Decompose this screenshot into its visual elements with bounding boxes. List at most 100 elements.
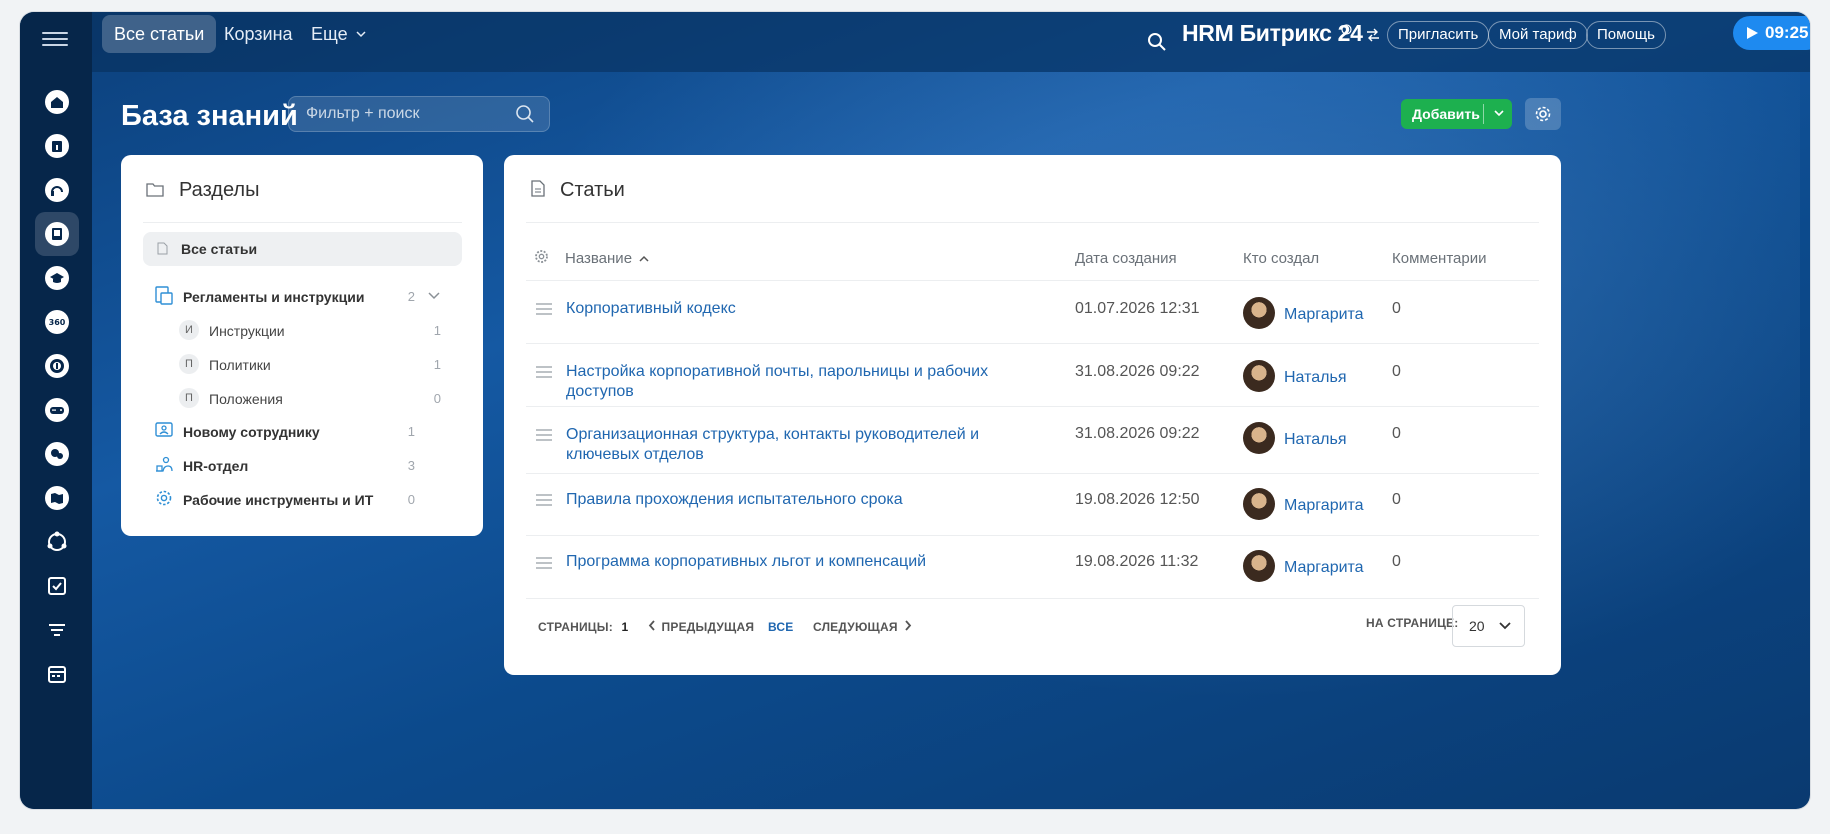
per-page-value: 20 bbox=[1469, 618, 1485, 634]
settings-button[interactable] bbox=[1525, 98, 1561, 130]
invite-icon[interactable] bbox=[1365, 28, 1381, 42]
help-button[interactable]: Помощь bbox=[1586, 21, 1666, 49]
sidebar-item-label: Политики bbox=[209, 357, 271, 373]
search-icon[interactable] bbox=[1147, 32, 1167, 52]
drag-handle-icon[interactable] bbox=[536, 557, 552, 569]
avatar[interactable] bbox=[1243, 422, 1275, 454]
sidebar-item-instructions[interactable]: И Инструкции 1 bbox=[179, 316, 459, 346]
article-title-link[interactable]: Программа корпоративных льгот и компенса… bbox=[566, 552, 1046, 572]
work-timer-button[interactable]: 09:25 bbox=[1733, 16, 1810, 50]
chevron-right-icon bbox=[905, 620, 912, 631]
column-header-comments[interactable]: Комментарии bbox=[1392, 250, 1486, 267]
sidebar-item-regulations-docs[interactable]: П Положения 0 bbox=[179, 384, 459, 414]
search-icon[interactable] bbox=[515, 104, 535, 124]
avatar[interactable] bbox=[1243, 360, 1275, 392]
gear-icon bbox=[156, 490, 172, 506]
per-page-select[interactable]: 20 bbox=[1452, 605, 1525, 647]
avatar[interactable] bbox=[1243, 297, 1275, 329]
sidebar-item-all-articles[interactable]: Все статьи bbox=[143, 232, 462, 266]
support-icon[interactable] bbox=[35, 168, 79, 212]
avatar[interactable] bbox=[1243, 550, 1275, 582]
drag-handle-icon[interactable] bbox=[536, 429, 552, 441]
drag-handle-icon[interactable] bbox=[536, 494, 552, 506]
sidebar-item-hr[interactable]: HR-отдел 3 bbox=[143, 451, 453, 481]
invite-button[interactable]: Пригласить bbox=[1387, 21, 1490, 49]
info-icon[interactable] bbox=[35, 124, 79, 168]
chevron-down-icon[interactable] bbox=[1493, 107, 1505, 119]
created-date: 31.08.2026 09:22 bbox=[1075, 425, 1200, 442]
drag-handle-icon[interactable] bbox=[536, 366, 552, 378]
sidebar-item-label: Новому сотруднику bbox=[183, 424, 320, 440]
count-badge: 1 bbox=[433, 357, 441, 372]
svg-text:360: 360 bbox=[49, 318, 66, 327]
feedback-icon[interactable] bbox=[35, 432, 79, 476]
document-icon bbox=[531, 180, 545, 197]
gamepad-icon[interactable] bbox=[35, 388, 79, 432]
education-icon[interactable] bbox=[35, 256, 79, 300]
filter-icon[interactable] bbox=[35, 608, 79, 652]
tab-trash[interactable]: Корзина bbox=[212, 15, 305, 53]
target-icon[interactable] bbox=[35, 344, 79, 388]
gear-icon bbox=[1535, 106, 1551, 122]
map-icon[interactable] bbox=[35, 476, 79, 520]
tab-more[interactable]: Еще bbox=[299, 15, 378, 53]
articles-title: Статьи bbox=[560, 179, 625, 201]
article-title-link[interactable]: Корпоративный кодекс bbox=[566, 299, 1046, 319]
left-rail: 360 bbox=[20, 12, 92, 809]
360-icon[interactable]: 360 bbox=[35, 300, 79, 344]
article-title-link[interactable]: Организационная структура, контакты руко… bbox=[566, 425, 1036, 465]
sidebar-item-it-tools[interactable]: Рабочие инструменты и ИТ 0 bbox=[143, 485, 453, 515]
sidebar-item-new-employee[interactable]: Новому сотруднику 1 bbox=[143, 417, 453, 447]
sidebar-item-label: Инструкции bbox=[209, 323, 285, 339]
sidebar-item-label: Положения bbox=[209, 391, 283, 407]
column-header-created[interactable]: Дата создания bbox=[1075, 250, 1177, 267]
column-header-name[interactable]: Название bbox=[565, 250, 649, 267]
sections-title: Разделы bbox=[179, 179, 260, 201]
calendar-icon[interactable] bbox=[35, 652, 79, 696]
table-row: Правила прохождения испытательного срока… bbox=[526, 474, 1539, 535]
tab-all-articles[interactable]: Все статьи bbox=[102, 15, 217, 53]
drag-handle-icon[interactable] bbox=[536, 303, 552, 315]
author-link[interactable]: Маргарита bbox=[1284, 306, 1364, 324]
comments-count: 0 bbox=[1392, 300, 1401, 317]
comments-count: 0 bbox=[1392, 553, 1401, 570]
pager-pages-label: СТРАНИЦЫ: bbox=[538, 620, 613, 634]
chevron-down-icon bbox=[356, 31, 366, 38]
created-date: 19.08.2026 12:50 bbox=[1075, 491, 1200, 508]
sidebar-item-label: Регламенты и инструкции bbox=[183, 289, 365, 305]
chevron-down-icon[interactable] bbox=[427, 290, 441, 302]
articles-panel: Статьи Название Дата создания Кто создал… bbox=[504, 155, 1561, 675]
my-tariff-button[interactable]: Мой тариф bbox=[1488, 21, 1588, 49]
article-title-link[interactable]: Правила прохождения испытательного срока bbox=[566, 490, 1046, 510]
home-icon[interactable] bbox=[35, 80, 79, 124]
pager-all-button[interactable]: ВСЕ bbox=[768, 620, 793, 634]
author-link[interactable]: Наталья bbox=[1284, 431, 1346, 449]
author-link[interactable]: Маргарита bbox=[1284, 559, 1364, 577]
menu-icon[interactable] bbox=[42, 28, 68, 50]
table-row: Программа корпоративных льгот и компенса… bbox=[526, 536, 1539, 598]
count-badge: 2 bbox=[407, 289, 415, 304]
divider bbox=[526, 222, 1539, 223]
search-input[interactable]: Фильтр + поиск bbox=[288, 96, 550, 132]
sidebar-item-policies[interactable]: П Политики 1 bbox=[179, 350, 459, 380]
avatar[interactable] bbox=[1243, 488, 1275, 520]
knowledge-base-icon[interactable] bbox=[35, 212, 79, 256]
page-title: База знаний bbox=[121, 100, 298, 132]
count-badge: 3 bbox=[407, 458, 415, 473]
author-link[interactable]: Маргарита bbox=[1284, 497, 1364, 515]
gear-icon[interactable] bbox=[534, 249, 549, 264]
top-bar: Все статьи Корзина Еще HRM Битрикс 24 Пр… bbox=[92, 12, 1810, 72]
comments-count: 0 bbox=[1392, 491, 1401, 508]
sidebar-item-regulations[interactable]: Регламенты и инструкции 2 bbox=[143, 282, 453, 312]
tasks-icon[interactable] bbox=[35, 564, 79, 608]
column-header-author[interactable]: Кто создал bbox=[1243, 250, 1319, 267]
author-link[interactable]: Наталья bbox=[1284, 369, 1346, 387]
count-badge: 1 bbox=[433, 323, 441, 338]
section-badge: П bbox=[179, 388, 199, 408]
article-title-link[interactable]: Настройка корпоративной почты, парольниц… bbox=[566, 362, 1056, 402]
processes-icon[interactable] bbox=[35, 520, 79, 564]
pager-next-button[interactable]: СЛЕДУЮЩАЯ bbox=[813, 620, 912, 634]
pager-prev-button[interactable]: ПРЕДЫДУЩАЯ bbox=[648, 620, 754, 634]
add-button-label: Добавить bbox=[1412, 106, 1480, 122]
add-button[interactable]: Добавить bbox=[1401, 99, 1512, 129]
